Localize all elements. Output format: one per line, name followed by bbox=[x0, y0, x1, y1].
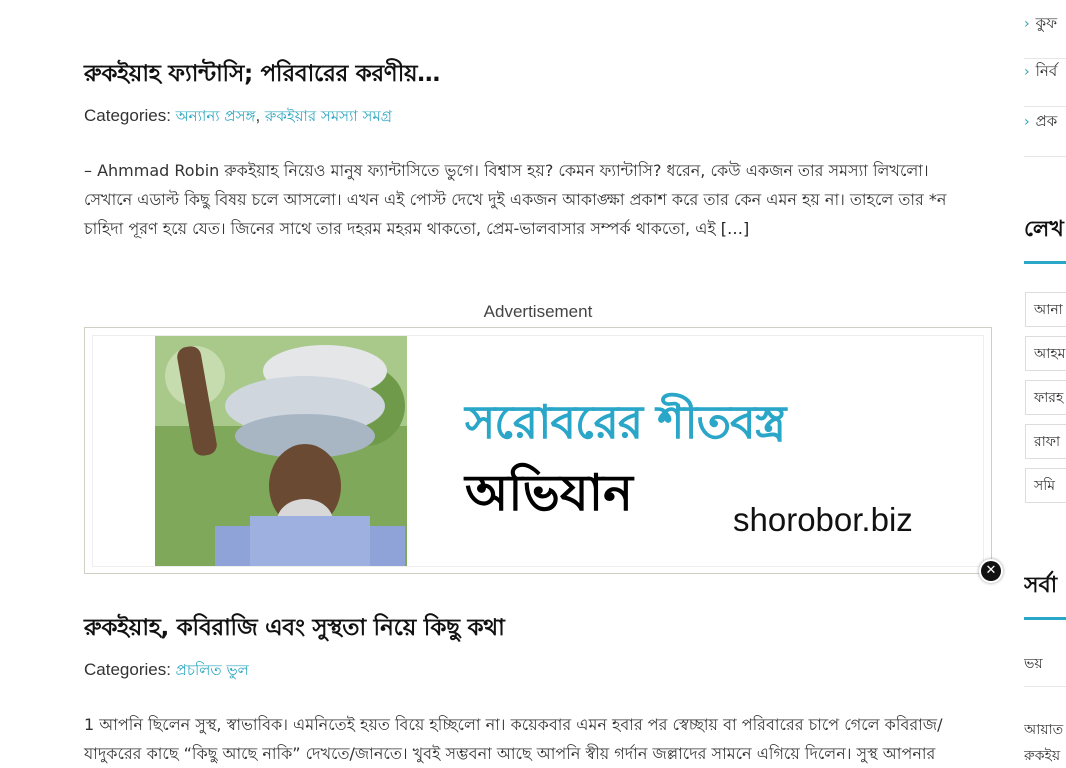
ad-banner[interactable]: সরোবরের শীতবস্ত্র অভিযান shorobor.biz bbox=[84, 327, 992, 574]
post-excerpt: 1 আপনি ছিলেন সুস্থ, স্বাভাবিক। এমনিতেই হ… bbox=[84, 710, 992, 768]
divider bbox=[1024, 686, 1066, 687]
excerpt-line: যাদুকরের কাছে “কিছু আছে নাকি” দেখতে/জানত… bbox=[84, 744, 936, 763]
sidebar-link[interactable]: › প্রক bbox=[1024, 110, 1066, 157]
sidebar: › কুফ › নির্ব › প্রক লেখ আনা আহম ফারহ রাফা … bbox=[1024, 0, 1066, 766]
read-more-link[interactable]: […] bbox=[721, 219, 749, 238]
sidebar-item[interactable]: রুকইয় bbox=[1024, 744, 1060, 766]
post-categories: Categories: প্রচলিত ভুল bbox=[84, 659, 249, 684]
post-title[interactable]: রুকইয়াহ ফ্যান্টাসি; পরিবারের করণীয়… bbox=[84, 55, 440, 94]
ad-photo bbox=[155, 336, 407, 566]
categories-label: Categories: bbox=[84, 106, 171, 125]
sidebar-item[interactable]: ভয় bbox=[1024, 652, 1043, 676]
category-link[interactable]: অন্যান্য প্রসঙ্গ bbox=[176, 107, 256, 125]
chevron-right-icon: › bbox=[1024, 64, 1030, 80]
sidebar-section-title: সর্বা bbox=[1024, 573, 1058, 598]
sidebar-link[interactable]: › কুফ bbox=[1024, 12, 1066, 59]
categories-label: Categories: bbox=[84, 660, 171, 679]
author-tag[interactable]: সমি bbox=[1025, 468, 1066, 503]
ad-label: Advertisement bbox=[483, 302, 593, 321]
ad-headline: সরোবরের শীতবস্ত্র bbox=[465, 395, 786, 449]
excerpt-line: – Ahmmad Robin রুকইয়াহ নিয়েও মানুষ ফ্য… bbox=[84, 161, 929, 180]
author-tag[interactable]: রাফা bbox=[1025, 424, 1066, 459]
close-icon[interactable]: ✕ bbox=[981, 561, 1001, 581]
ad-url: shorobor.biz bbox=[733, 501, 913, 538]
author-tag[interactable]: আনা bbox=[1025, 292, 1066, 327]
excerpt-line: সেখানে এডাল্ট কিছু বিষয় চলে আসলো। এখন এ… bbox=[84, 190, 947, 209]
category-link[interactable]: রুকইয়ার সমস্যা সমগ্র bbox=[265, 107, 392, 125]
excerpt-line: 1 আপনি ছিলেন সুস্থ, স্বাভাবিক। এমনিতেই হ… bbox=[84, 715, 943, 734]
post-title[interactable]: রুকইয়াহ, কবিরাজি এবং সুস্থতা নিয়ে কিছু… bbox=[84, 609, 505, 648]
category-link[interactable]: প্রচলিত ভুল bbox=[176, 661, 249, 679]
author-tag[interactable]: আহম bbox=[1025, 336, 1066, 371]
section-underline bbox=[1024, 261, 1066, 264]
ad-subheadline: অভিযান bbox=[465, 464, 634, 522]
sidebar-section-title: লেখ bbox=[1024, 217, 1064, 242]
sidebar-item[interactable]: আয়াত bbox=[1024, 718, 1063, 742]
post-categories: Categories: অন্যান্য প্রসঙ্গ, রুকইয়ার স… bbox=[84, 106, 393, 125]
chevron-right-icon: › bbox=[1024, 114, 1030, 130]
section-underline bbox=[1024, 617, 1066, 620]
sidebar-link[interactable]: › নির্ব bbox=[1024, 60, 1066, 107]
excerpt-line: চাহিদা পূরণ হয়ে যেত। জিনের সাথে তার দহর… bbox=[84, 219, 716, 238]
post-excerpt: – Ahmmad Robin রুকইয়াহ নিয়েও মানুষ ফ্য… bbox=[84, 156, 992, 243]
author-tag[interactable]: ফারহ bbox=[1025, 380, 1066, 415]
ad-creative[interactable]: সরোবরের শীতবস্ত্র অভিযান shorobor.biz bbox=[92, 335, 984, 567]
chevron-right-icon: › bbox=[1024, 16, 1030, 32]
